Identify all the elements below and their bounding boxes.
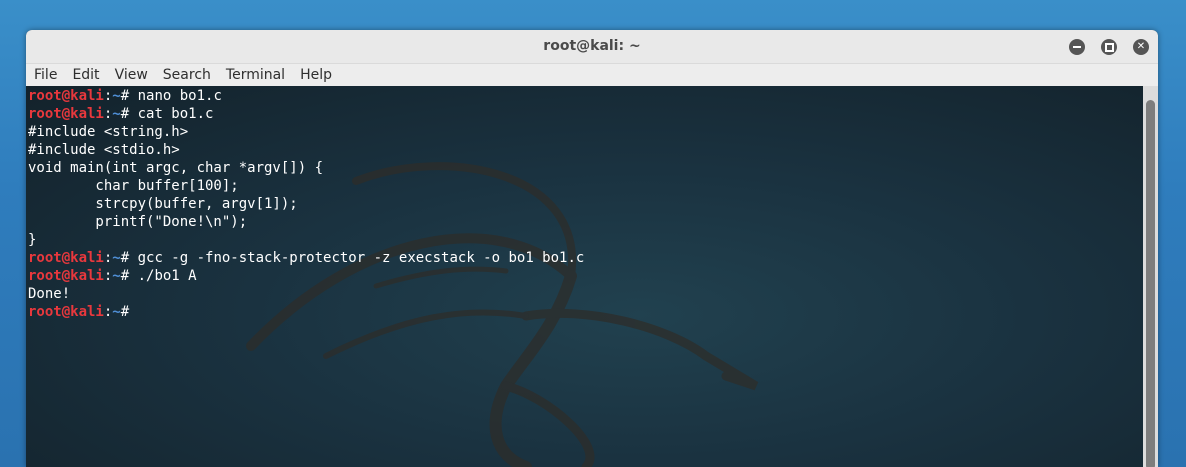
terminal-line: Done! xyxy=(28,286,71,302)
menu-help[interactable]: Help xyxy=(300,67,339,83)
terminal-line: root@kali:~# cat bo1.c xyxy=(28,106,214,122)
menu-edit[interactable]: Edit xyxy=(72,67,106,83)
menu-file[interactable]: File xyxy=(34,67,64,83)
terminal-line: void main(int argc, char *argv[]) { xyxy=(28,160,324,176)
text-cursor xyxy=(138,303,146,318)
terminal-line: printf("Done!\n"); xyxy=(28,214,248,230)
terminal-output: root@kali:~# nano bo1.c root@kali:~# cat … xyxy=(28,87,584,321)
title-bar[interactable]: root@kali: ~ ✕ xyxy=(26,30,1158,64)
terminal-area[interactable]: root@kali:~# nano bo1.c root@kali:~# cat … xyxy=(26,86,1143,467)
terminal-line: root@kali:~# gcc -g -fno-stack-protector… xyxy=(28,250,585,266)
menu-search[interactable]: Search xyxy=(163,67,218,83)
scrollbar-thumb[interactable] xyxy=(1146,100,1155,467)
close-button[interactable]: ✕ xyxy=(1133,39,1149,55)
menu-view[interactable]: View xyxy=(115,67,155,83)
terminal-line: root@kali:~# xyxy=(28,303,584,321)
terminal-line: strcpy(buffer, argv[1]); xyxy=(28,196,298,212)
terminal-line: #include <stdio.h> xyxy=(28,142,180,158)
minimize-button[interactable] xyxy=(1069,39,1085,55)
vertical-scrollbar[interactable] xyxy=(1143,86,1158,467)
terminal-line: root@kali:~# ./bo1 A xyxy=(28,268,197,284)
terminal-line: char buffer[100]; xyxy=(28,178,239,194)
terminal-line: root@kali:~# nano bo1.c xyxy=(28,88,222,104)
menu-bar: File Edit View Search Terminal Help xyxy=(26,64,1158,87)
terminal-line: #include <string.h> xyxy=(28,124,189,140)
terminal-line: } xyxy=(28,232,37,248)
menu-terminal[interactable]: Terminal xyxy=(226,67,292,83)
maximize-button[interactable] xyxy=(1101,39,1117,55)
terminal-window: root@kali: ~ ✕ File Edit View Search Ter… xyxy=(26,30,1158,467)
window-title: root@kali: ~ xyxy=(543,38,641,54)
